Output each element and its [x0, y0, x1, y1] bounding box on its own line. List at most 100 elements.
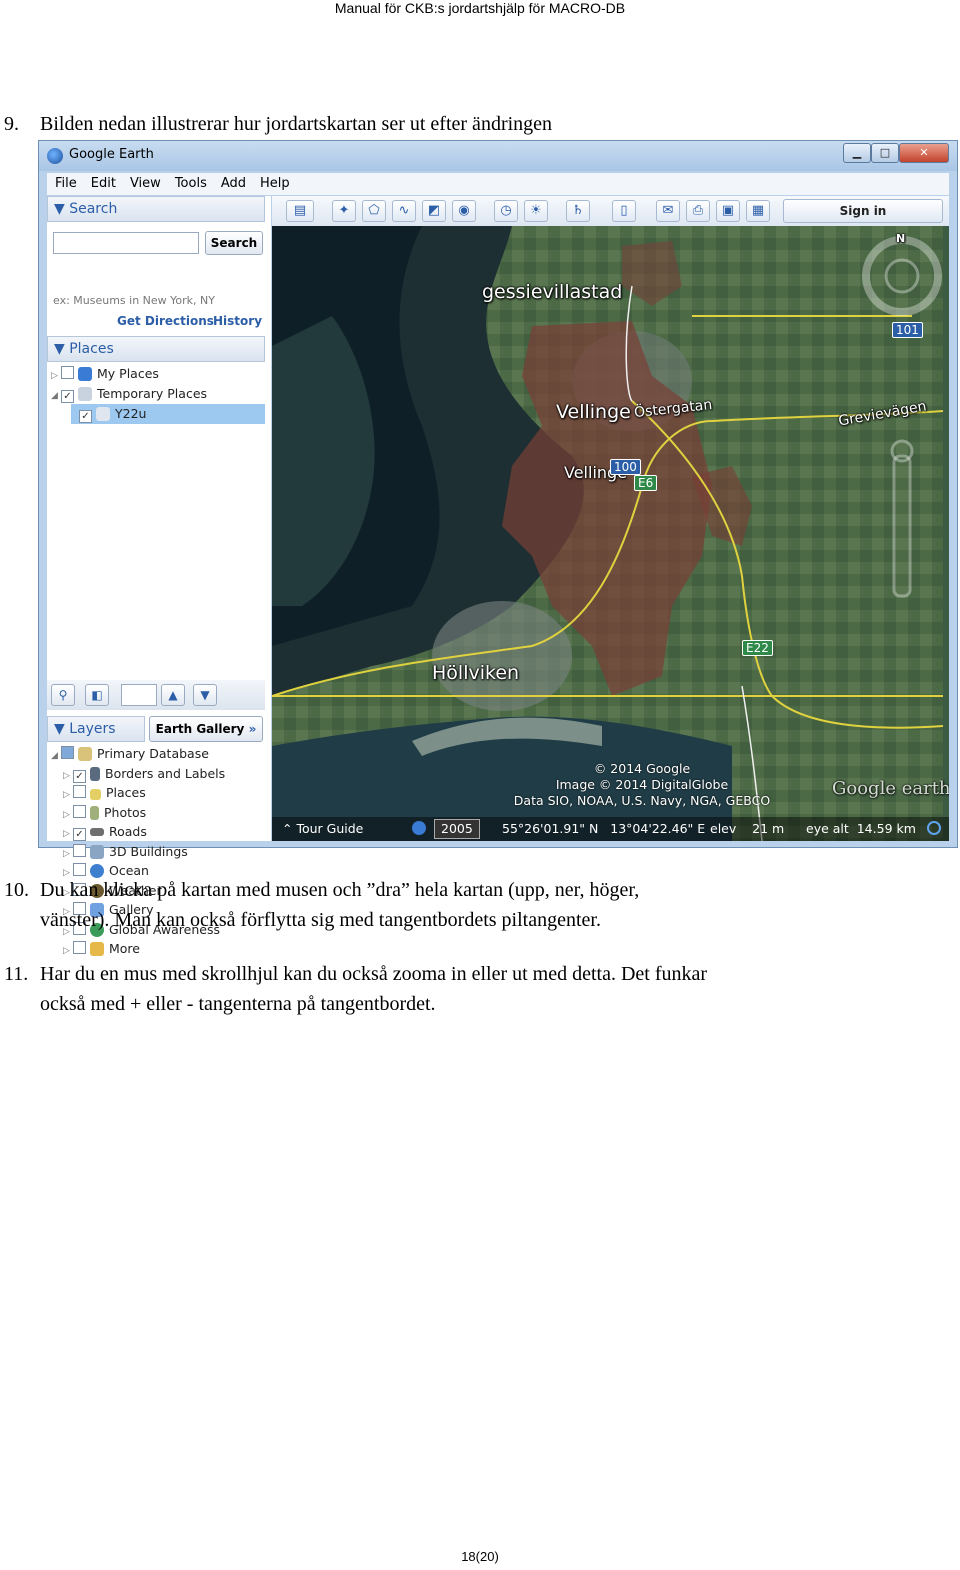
print-icon[interactable]: ⎙	[686, 200, 710, 222]
layer-roads[interactable]: ▷ ✓ Roads	[63, 822, 147, 842]
eye-altitude: eye alt 14.59 km	[806, 821, 916, 836]
menu-tools[interactable]: Tools	[175, 176, 207, 191]
collapse-arrow-icon[interactable]: ◢	[51, 386, 61, 406]
layer-icon	[96, 407, 110, 421]
layers-header-label: Layers	[69, 721, 116, 737]
checkbox[interactable]	[73, 804, 86, 818]
places-section-header[interactable]: ▼ Places	[47, 336, 265, 362]
opacity-field[interactable]	[121, 684, 157, 706]
collapse-arrow-icon[interactable]: ◢	[51, 746, 61, 766]
tree-item-label: Y22u	[115, 406, 147, 421]
menu-add[interactable]: Add	[221, 176, 246, 191]
search-button[interactable]: Search	[205, 231, 263, 255]
ruler-icon[interactable]: ▯	[612, 200, 636, 222]
credit-google: © 2014 Google	[593, 761, 691, 776]
email-icon[interactable]: ✉	[656, 200, 680, 222]
history-link[interactable]: History	[213, 314, 262, 328]
credit-data: Data SIO, NOAA, U.S. Navy, NGA, GEBCO	[513, 793, 771, 808]
add-overlay-icon[interactable]: ◩	[422, 200, 446, 222]
close-button[interactable]: ✕	[899, 143, 949, 163]
planets-icon[interactable]: ♄	[566, 200, 590, 222]
menu-view[interactable]: View	[130, 176, 161, 191]
menu-file[interactable]: File	[55, 176, 77, 191]
search-header-label: Search	[69, 201, 118, 217]
page-number: 18(20)	[461, 1549, 499, 1564]
maximize-button[interactable]: □	[871, 143, 899, 163]
historical-imagery-icon[interactable]	[412, 821, 426, 835]
add-path-icon[interactable]: ∿	[392, 200, 416, 222]
places-header-label: Places	[69, 341, 114, 357]
menu-help[interactable]: Help	[260, 176, 290, 191]
flag-icon	[90, 766, 100, 781]
layer-label: Photos	[104, 804, 147, 820]
earth-gallery-button[interactable]: Earth Gallery »	[149, 716, 263, 742]
tour-guide-button[interactable]: ⌃ Tour Guide	[282, 817, 363, 841]
step-number: 9.	[4, 113, 19, 135]
map-credits: © 2014 Google Image © 2014 DigitalGlobe …	[472, 761, 812, 809]
search-hint: ex: Museums in New York, NY	[53, 294, 215, 307]
layer-primary-database[interactable]: ◢ Primary Database	[51, 744, 209, 764]
checkbox[interactable]	[73, 785, 86, 798]
layers-section-header[interactable]: ▼ Layers	[47, 716, 145, 742]
add-polygon-icon[interactable]: ⬠	[362, 200, 386, 222]
move-down-icon[interactable]: ▼	[193, 684, 217, 706]
layer-photos[interactable]: ▷ Photos	[63, 803, 146, 823]
layer-borders-and-labels[interactable]: ▷ ✓ Borders and Labels	[63, 764, 225, 784]
map-label-vellinge: Vellinge	[556, 401, 631, 423]
tree-item-my-places[interactable]: ▷ My Places	[51, 364, 159, 384]
step-text: Du kan klicka på kartan med musen och ”d…	[40, 879, 640, 901]
page-header: Manual för CKB:s jordartshjälp för MACRO…	[334, 0, 626, 16]
checkbox[interactable]	[61, 746, 74, 759]
checkbox[interactable]: ✓	[79, 410, 92, 423]
step-number: 11.	[4, 963, 29, 985]
folder-icon	[90, 942, 104, 956]
sunlight-icon[interactable]: ☀	[524, 200, 548, 222]
menu-edit[interactable]: Edit	[91, 176, 116, 191]
sign-in-button[interactable]: Sign in	[783, 199, 943, 223]
database-icon	[78, 747, 92, 761]
panel-toggle-icon[interactable]: ◧	[85, 684, 109, 706]
search-icon[interactable]: ⚲	[51, 684, 75, 706]
checkbox[interactable]	[61, 366, 74, 379]
map-view[interactable]: gessievillastad Vellinge Östergatan Vell…	[272, 226, 949, 841]
google-earth-watermark: Google earth	[832, 778, 949, 799]
add-placemark-icon[interactable]: ✦	[332, 200, 356, 222]
checkbox[interactable]: ✓	[61, 390, 74, 403]
historical-imagery-icon[interactable]: ◷	[494, 200, 518, 222]
search-input[interactable]	[53, 232, 199, 254]
checkbox[interactable]	[73, 941, 86, 954]
minimize-button[interactable]: ▁	[843, 143, 871, 163]
layer-more[interactable]: ▷ More	[63, 939, 140, 959]
checkbox[interactable]: ✓	[73, 769, 86, 783]
layer-label: Places	[106, 785, 146, 800]
search-section-header[interactable]: ▼ Search	[47, 196, 265, 222]
checkbox[interactable]	[73, 843, 86, 857]
checkbox[interactable]: ✓	[73, 828, 86, 841]
save-image-icon[interactable]: ▣	[716, 200, 740, 222]
road-shield-e6: E6	[634, 475, 658, 491]
sidebar-panel: ▼ Search Search ex: Museums in New York,…	[47, 196, 271, 956]
elevation: elev 21 m	[710, 821, 785, 836]
compass-north[interactable]: N	[896, 232, 905, 245]
record-tour-icon[interactable]: ◉	[452, 200, 476, 222]
map-label-gessievillastad: gessievillastad	[482, 281, 623, 303]
get-directions-link[interactable]: Get Directions	[117, 314, 214, 328]
coordinates: 55°26'01.91" N 13°04'22.46" E	[502, 821, 706, 836]
step-9: 9. Bilden nedan illustrerar hur jordartsk…	[4, 109, 552, 139]
step-text: Har du en mus med skrollhjul kan du ocks…	[40, 963, 708, 985]
expand-arrow-icon[interactable]: ▷	[51, 366, 61, 386]
buildings-icon	[90, 844, 104, 859]
sidebar-toggle-icon[interactable]: ▤	[286, 200, 314, 222]
layer-3d-buildings[interactable]: ▷ 3D Buildings	[63, 842, 188, 862]
view-in-maps-icon[interactable]: ▦	[746, 200, 770, 222]
window-title: Google Earth	[69, 147, 154, 162]
layer-places[interactable]: ▷ Places	[63, 783, 146, 803]
menu-bar: File Edit View Tools Add Help	[47, 173, 949, 195]
layer-label: More	[109, 941, 140, 956]
credit-imagery: Image © 2014 DigitalGlobe	[555, 777, 729, 792]
tree-item-temporary-places[interactable]: ◢ ✓ Temporary Places	[51, 384, 207, 404]
move-up-icon[interactable]: ▲	[161, 684, 185, 706]
tree-item-y22u[interactable]: ✓ Y22u	[71, 404, 265, 424]
tour-guide-label: Tour Guide	[296, 821, 364, 836]
expand-arrow-icon[interactable]: ▷	[63, 941, 73, 961]
